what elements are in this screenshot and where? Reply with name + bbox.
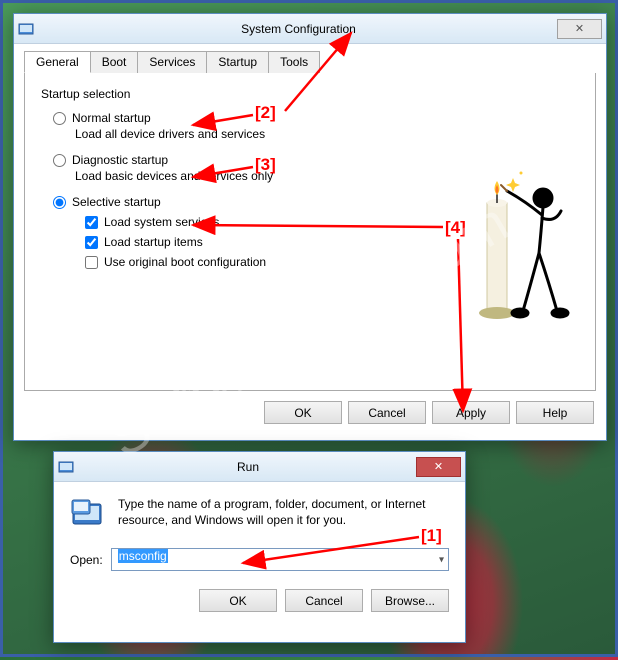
close-icon: ✕ xyxy=(434,460,443,473)
run-description: Type the name of a program, folder, docu… xyxy=(118,496,449,532)
check-load-startup-label: Load startup items xyxy=(104,235,203,249)
check-original-boot-input[interactable] xyxy=(85,256,98,269)
check-original-boot-label: Use original boot configuration xyxy=(104,255,266,269)
run-titlebar[interactable]: Run ✕ xyxy=(54,452,465,482)
radio-diagnostic-input[interactable] xyxy=(53,154,66,167)
window-title: System Configuration xyxy=(40,22,557,36)
tab-general[interactable]: General xyxy=(24,51,91,73)
run-title: Run xyxy=(80,460,416,474)
check-load-startup-input[interactable] xyxy=(85,236,98,249)
help-button[interactable]: Help xyxy=(516,401,594,424)
radio-selective-label: Selective startup xyxy=(72,195,161,209)
run-dialog: Run ✕ Type the name of a program, folder… xyxy=(53,451,466,643)
open-label: Open: xyxy=(70,553,103,567)
tab-tools[interactable]: Tools xyxy=(268,51,320,73)
run-cancel-button[interactable]: Cancel xyxy=(285,589,363,612)
run-ok-button[interactable]: OK xyxy=(199,589,277,612)
open-input[interactable]: msconfig xyxy=(111,548,449,571)
candle-illustration xyxy=(465,143,575,333)
run-icon xyxy=(70,496,106,532)
sysconfig-icon xyxy=(18,21,34,37)
group-label: Startup selection xyxy=(41,87,579,101)
titlebar[interactable]: System Configuration ✕ xyxy=(14,14,606,44)
tab-services[interactable]: Services xyxy=(137,51,207,73)
apply-button[interactable]: Apply xyxy=(432,401,510,424)
ok-button[interactable]: OK xyxy=(264,401,342,424)
radio-normal-startup[interactable]: Normal startup xyxy=(53,111,579,125)
button-row: OK Cancel Apply Help xyxy=(24,391,596,424)
tab-panel-general: Startup selection Normal startup Load al… xyxy=(24,73,596,391)
run-window-icon xyxy=(58,459,74,475)
tab-startup[interactable]: Startup xyxy=(206,51,269,73)
cancel-button[interactable]: Cancel xyxy=(348,401,426,424)
run-button-row: OK Cancel Browse... xyxy=(70,589,449,612)
check-load-services-input[interactable] xyxy=(85,216,98,229)
run-close-button[interactable]: ✕ xyxy=(416,457,461,477)
radio-diagnostic-label: Diagnostic startup xyxy=(72,153,168,167)
run-browse-button[interactable]: Browse... xyxy=(371,589,449,612)
system-configuration-window: System Configuration ✕ General Boot Serv… xyxy=(13,13,607,441)
close-button[interactable]: ✕ xyxy=(557,19,602,39)
tab-boot[interactable]: Boot xyxy=(90,51,139,73)
radio-normal-label: Normal startup xyxy=(72,111,151,125)
radio-selective-input[interactable] xyxy=(53,196,66,209)
open-combobox[interactable]: msconfig ▾ xyxy=(111,548,449,571)
radio-normal-input[interactable] xyxy=(53,112,66,125)
check-load-services-label: Load system services xyxy=(104,215,219,229)
tab-strip: General Boot Services Startup Tools xyxy=(24,51,596,74)
normal-desc: Load all device drivers and services xyxy=(75,127,579,141)
close-icon: ✕ xyxy=(575,22,584,35)
